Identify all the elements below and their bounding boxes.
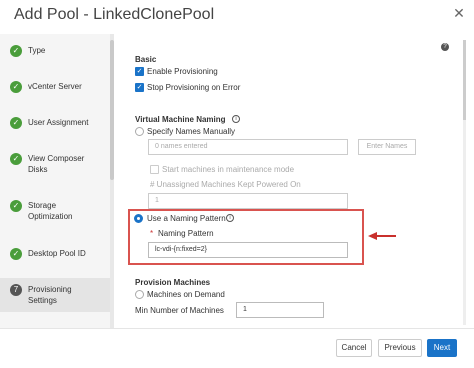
- step-user-assignment[interactable]: ✓ User Assignment: [0, 117, 110, 133]
- step-label: Type: [28, 46, 46, 55]
- info-icon[interactable]: i: [226, 214, 234, 222]
- machines-on-demand-label: Machines on Demand: [147, 290, 225, 299]
- names-entered-field: 0 names entered: [148, 139, 348, 155]
- enable-provisioning-checkbox[interactable]: ✓: [135, 67, 144, 76]
- step-provisioning-settings[interactable]: 7 Provisioning Settings: [0, 278, 110, 312]
- specify-names-label: Specify Names Manually: [147, 127, 236, 136]
- annotation-arrow-head: [368, 232, 377, 240]
- naming-pattern-option-label: Use a Naming Pattern: [147, 214, 226, 223]
- unassigned-machines-label: # Unassigned Machines Kept Powered On: [150, 180, 301, 189]
- help-icon[interactable]: ?: [441, 43, 449, 51]
- annotation-arrow-line: [376, 235, 396, 237]
- check-icon: ✓: [10, 45, 22, 57]
- step-storage-optimization[interactable]: ✓ Storage Optimization: [0, 200, 110, 226]
- min-machines-input[interactable]: 1: [236, 302, 324, 318]
- sidebar-scrollbar-thumb[interactable]: [110, 40, 114, 180]
- dialog-title: Add Pool - LinkedClonePool: [0, 0, 474, 34]
- check-icon: ✓: [10, 81, 22, 93]
- step-vcenter-server[interactable]: ✓ vCenter Server: [0, 81, 110, 97]
- cancel-button[interactable]: Cancel: [336, 339, 372, 357]
- stop-on-error-checkbox[interactable]: ✓: [135, 83, 144, 92]
- step-label: vCenter Server: [28, 82, 82, 91]
- check-icon: ✓: [10, 117, 22, 129]
- check-icon: ✓: [10, 248, 22, 260]
- next-button[interactable]: Next: [427, 339, 457, 357]
- step-label: User Assignment: [28, 118, 89, 127]
- unassigned-machines-input[interactable]: 1: [148, 193, 348, 209]
- maintenance-mode-label: Start machines in maintenance mode: [162, 165, 295, 174]
- specify-names-radio[interactable]: [135, 127, 144, 136]
- enter-names-button[interactable]: Enter Names: [358, 139, 416, 155]
- step-number-badge: 7: [10, 284, 22, 296]
- vm-naming-section-title: Virtual Machine Naming: [135, 115, 226, 124]
- step-desktop-pool-id[interactable]: ✓ Desktop Pool ID: [0, 248, 110, 264]
- content-scrollbar-thumb[interactable]: [463, 40, 466, 120]
- step-label: View Composer Disks: [28, 154, 85, 174]
- naming-pattern-radio[interactable]: [134, 214, 143, 223]
- maintenance-mode-checkbox[interactable]: [150, 165, 159, 174]
- naming-pattern-label: Naming Pattern: [158, 229, 214, 238]
- check-icon: ✓: [10, 153, 22, 165]
- basic-section-title: Basic: [135, 55, 157, 64]
- step-type[interactable]: ✓ Type: [0, 45, 110, 61]
- stop-on-error-label: Stop Provisioning on Error: [147, 83, 241, 92]
- naming-pattern-input[interactable]: lc-vdi-{n:fixed=2}: [148, 242, 348, 258]
- previous-button[interactable]: Previous: [378, 339, 422, 357]
- required-marker: *: [150, 229, 154, 238]
- step-label: Provisioning Settings: [28, 285, 72, 305]
- enable-provisioning-label: Enable Provisioning: [147, 67, 218, 76]
- machines-on-demand-radio[interactable]: [135, 290, 144, 299]
- step-view-composer-disks[interactable]: ✓ View Composer Disks: [0, 153, 110, 179]
- provision-machines-section-title: Provision Machines: [135, 278, 211, 287]
- close-icon[interactable]: ✕: [452, 6, 466, 20]
- min-machines-label: Min Number of Machines: [135, 306, 224, 315]
- step-label: Desktop Pool ID: [28, 249, 86, 258]
- info-icon[interactable]: i: [232, 115, 240, 123]
- step-label: Storage Optimization: [28, 201, 73, 221]
- check-icon: ✓: [10, 200, 22, 212]
